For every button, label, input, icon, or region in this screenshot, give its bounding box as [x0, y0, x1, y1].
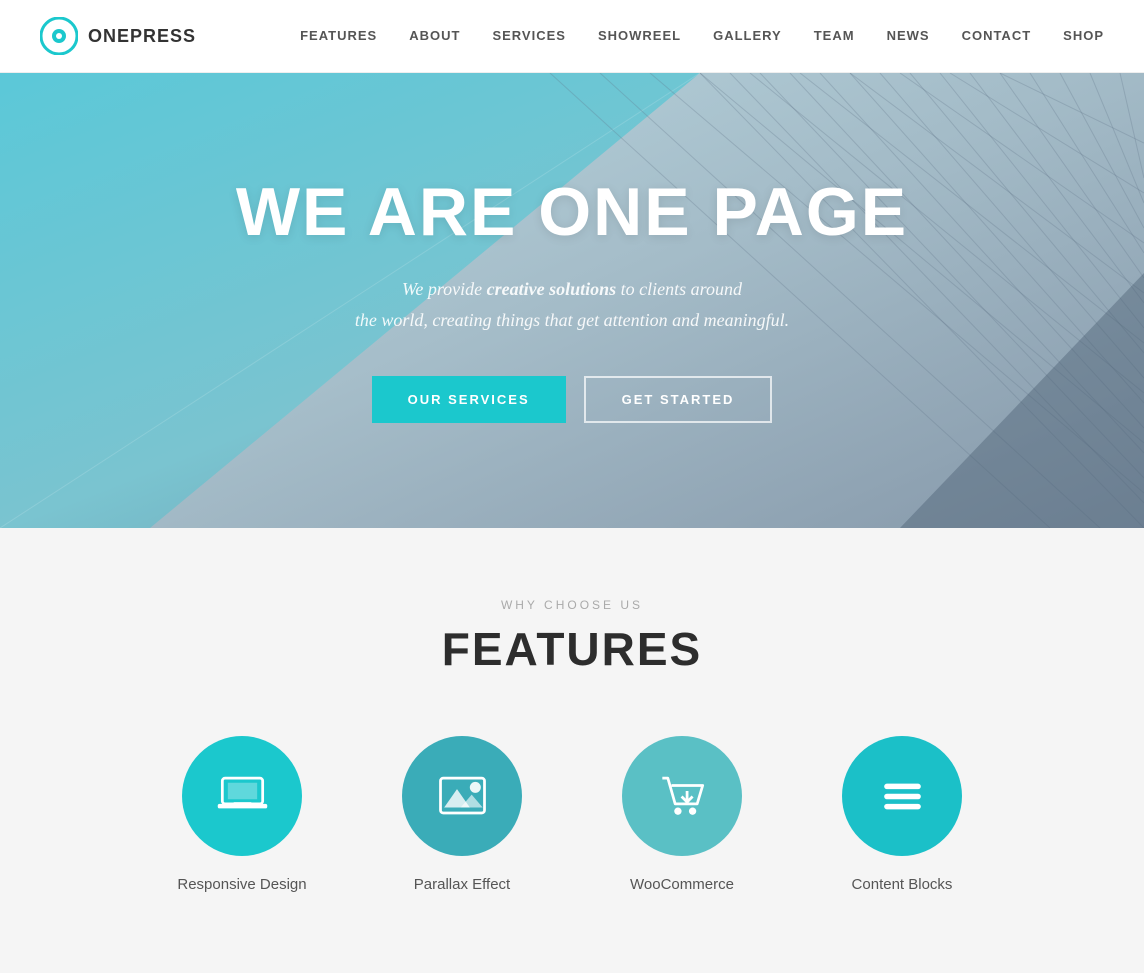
image-icon — [435, 769, 490, 824]
hero-section: WE ARE ONE PAGE We provide creative solu… — [0, 73, 1144, 528]
hero-subtitle: We provide creative solutions to clients… — [236, 274, 908, 335]
logo-text: ONEPRESS — [88, 26, 196, 47]
features-title: FEATURES — [40, 622, 1104, 676]
responsive-label: Responsive Design — [177, 876, 306, 893]
hero-subtitle-bold: creative solutions — [487, 279, 617, 299]
woo-icon-circle — [622, 736, 742, 856]
parallax-icon-circle — [402, 736, 522, 856]
parallax-label: Parallax Effect — [414, 876, 510, 893]
content-icon-circle — [842, 736, 962, 856]
our-services-button[interactable]: OUR SERVICES — [372, 376, 566, 423]
woo-label: WooCommerce — [630, 876, 734, 893]
logo-icon — [40, 17, 78, 55]
laptop-icon — [215, 769, 270, 824]
hero-title: WE ARE ONE PAGE — [236, 178, 908, 246]
nav-features[interactable]: FEATURES — [300, 28, 377, 43]
features-eyebrow: WHY CHOOSE US — [40, 598, 1104, 612]
nav-team[interactable]: TEAM — [814, 28, 855, 43]
nav-contact[interactable]: CONTACT — [962, 28, 1032, 43]
list-icon — [875, 769, 930, 824]
hero-buttons: OUR SERVICES GET STARTED — [236, 376, 908, 423]
nav-showreel[interactable]: SHOWREEL — [598, 28, 681, 43]
features-section: WHY CHOOSE US FEATURES Responsive Design — [0, 528, 1144, 973]
feature-woo: WooCommerce — [602, 736, 762, 893]
responsive-icon-circle — [182, 736, 302, 856]
logo[interactable]: ONEPRESS — [40, 17, 196, 55]
features-grid: Responsive Design Parallax Effect — [40, 736, 1104, 893]
nav-gallery[interactable]: GALLERY — [713, 28, 782, 43]
nav-about[interactable]: ABOUT — [409, 28, 460, 43]
feature-content: Content Blocks — [822, 736, 982, 893]
nav-news[interactable]: NEWS — [887, 28, 930, 43]
feature-responsive: Responsive Design — [162, 736, 322, 893]
nav-links: FEATURES ABOUT SERVICES SHOWREEL GALLERY… — [300, 27, 1104, 45]
content-blocks-label: Content Blocks — [852, 876, 953, 893]
get-started-button[interactable]: GET STARTED — [584, 376, 773, 423]
hero-content: WE ARE ONE PAGE We provide creative solu… — [236, 178, 908, 422]
nav-shop[interactable]: SHOP — [1063, 28, 1104, 43]
feature-parallax: Parallax Effect — [382, 736, 542, 893]
navbar: ONEPRESS FEATURES ABOUT SERVICES SHOWREE… — [0, 0, 1144, 73]
nav-services[interactable]: SERVICES — [492, 28, 566, 43]
cart-icon — [655, 769, 710, 824]
